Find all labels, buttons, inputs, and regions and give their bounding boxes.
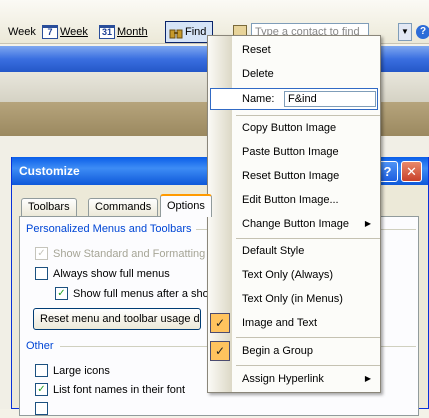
button-context-menu: Reset Delete Name: F&ind Copy Button Ima…	[207, 35, 381, 393]
menu-item-reset-button-image[interactable]: Reset Button Image	[208, 164, 380, 188]
check-icon: ✓	[210, 313, 230, 333]
menu-item-reset[interactable]: Reset	[208, 38, 380, 62]
personalized-group-header: Personalized Menus and Toolbars	[26, 223, 192, 235]
dialog-title: Customize	[19, 164, 80, 178]
calendar-icon: 31	[99, 25, 115, 40]
reset-usage-button[interactable]: Reset menu and toolbar usage data	[33, 308, 201, 330]
menu-item-edit-button-image[interactable]: Edit Button Image...	[208, 188, 380, 212]
check-icon[interactable]: ✓	[35, 246, 48, 260]
tab-commands[interactable]: Commands	[88, 198, 159, 216]
menu-item-text-only-always[interactable]: Text Only (Always)	[208, 263, 380, 287]
check-icon[interactable]: ✓	[55, 286, 68, 300]
week-label-1: Week	[8, 26, 36, 38]
checkbox[interactable]	[35, 401, 48, 415]
menu-item-image-and-text[interactable]: ✓ Image and Text	[208, 311, 380, 335]
month-label: Month	[117, 26, 148, 38]
menu-item-name: Name: F&ind	[210, 88, 378, 110]
close-icon[interactable]: ✕	[401, 161, 422, 182]
menu-item-default-style[interactable]: Default Style	[208, 239, 380, 263]
menu-item-begin-group[interactable]: ✓ Begin a Group	[208, 339, 380, 363]
menu-separator	[236, 337, 380, 338]
week-label-2: Week	[60, 26, 88, 38]
menu-item-paste-button-image[interactable]: Paste Button Image	[208, 140, 380, 164]
tab-toolbars[interactable]: Toolbars	[21, 198, 77, 216]
submenu-arrow-icon: ▶	[364, 374, 371, 383]
find-button[interactable]: Find	[165, 21, 213, 43]
calendar-icon: 7	[42, 25, 58, 40]
menu-item-delete[interactable]: Delete	[208, 62, 380, 86]
check-icon: ✓	[210, 341, 230, 361]
list-fonts-checkbox-row[interactable]: ✓ List font names in their font	[35, 382, 185, 399]
submenu-arrow-icon: ▶	[364, 219, 371, 228]
check-icon[interactable]: ✓	[35, 382, 48, 396]
menu-item-change-button-image[interactable]: Change Button Image ▶	[208, 212, 380, 236]
name-label: Name:	[242, 93, 275, 105]
tab-options[interactable]: Options	[160, 194, 212, 217]
help-icon[interactable]: ?	[416, 25, 429, 39]
large-icons-checkbox[interactable]	[35, 363, 48, 377]
large-icons-checkbox-row[interactable]: Large icons	[35, 363, 110, 380]
menu-item-text-only-menus[interactable]: Text Only (in Menus)	[208, 287, 380, 311]
always-show-checkbox-row[interactable]: Always show full menus	[35, 266, 170, 283]
binoculars-icon	[169, 29, 183, 39]
menu-separator	[236, 365, 380, 366]
week-button[interactable]: 7 Week	[42, 22, 88, 42]
find-label: Find	[185, 26, 207, 38]
other-group-header: Other	[26, 340, 54, 352]
partial-checkbox-row[interactable]	[35, 401, 53, 418]
week-button-workweek[interactable]: Week	[8, 22, 36, 42]
menu-item-copy-button-image[interactable]: Copy Button Image	[208, 116, 380, 140]
name-input[interactable]: F&ind	[284, 91, 376, 107]
month-button[interactable]: 31 Month	[99, 22, 148, 42]
menu-item-assign-hyperlink[interactable]: Assign Hyperlink ▶	[208, 367, 380, 391]
chevron-down-icon[interactable]: ▼	[398, 23, 412, 41]
always-show-checkbox[interactable]	[35, 266, 48, 280]
